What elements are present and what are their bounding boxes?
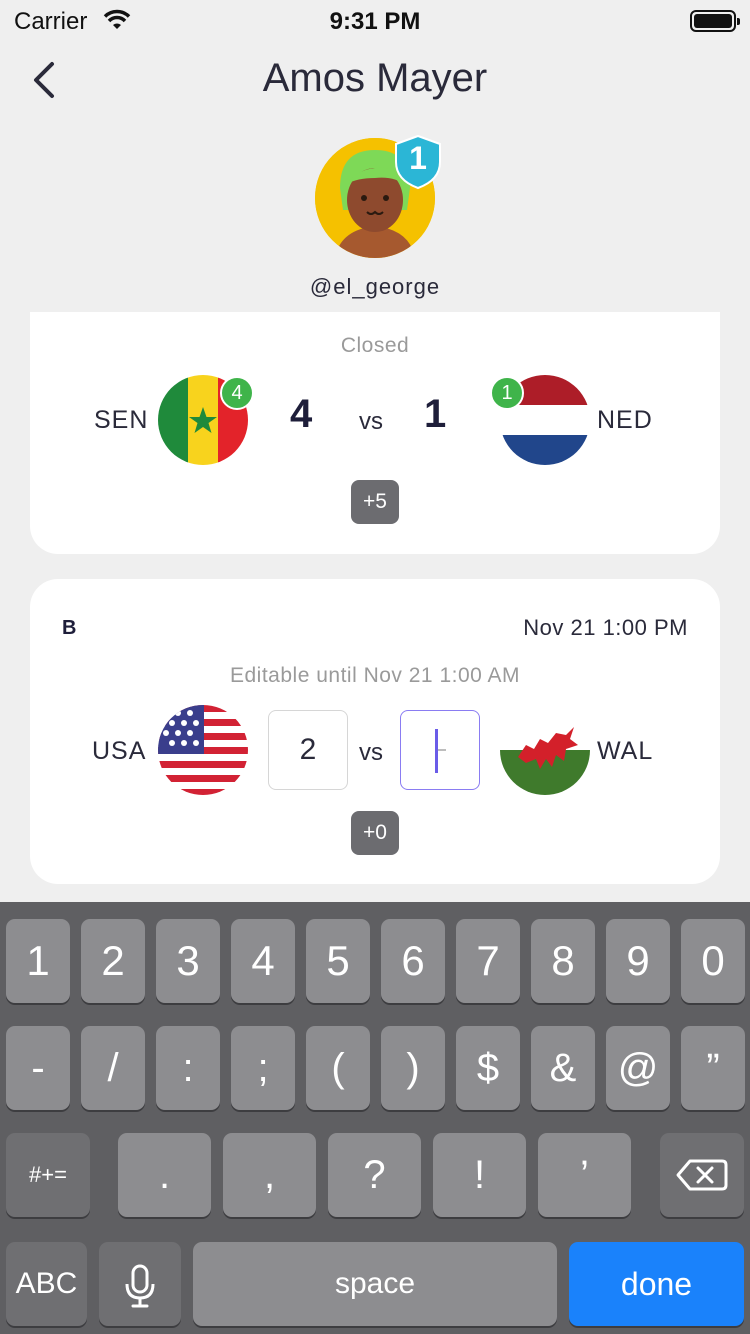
key-3[interactable]: 3 (156, 919, 220, 1003)
microphone-icon (125, 1264, 155, 1308)
match-card-editable: B Nov 21 1:00 PM Editable until Nov 21 1… (30, 579, 720, 884)
key-period[interactable]: . (118, 1133, 211, 1217)
space-key[interactable]: space (193, 1242, 557, 1326)
wales-flag-icon (500, 705, 590, 795)
key-6[interactable]: 6 (381, 919, 445, 1003)
key-quote[interactable]: ” (681, 1026, 745, 1110)
key-colon[interactable]: : (156, 1026, 220, 1110)
match-state: Closed (340, 334, 410, 357)
key-exclamation[interactable]: ! (433, 1133, 526, 1217)
backspace-icon (676, 1159, 728, 1191)
status-bar: Carrier 9:31 PM (0, 0, 750, 40)
match-date: Nov 21 1:00 PM (523, 615, 688, 640)
group-label: B (62, 617, 77, 639)
numeric-keyboard: 1 2 3 4 5 6 7 8 9 0 - / : ; ( ) $ & @ ” … (0, 902, 750, 1334)
done-key[interactable]: done (569, 1242, 744, 1326)
vs-label: vs (359, 739, 383, 766)
key-semicolon[interactable]: ; (231, 1026, 295, 1110)
text-caret (435, 729, 438, 773)
key-apostrophe[interactable]: ’ (538, 1133, 631, 1217)
battery-icon (690, 10, 740, 32)
away-team-code: NED (597, 406, 653, 434)
points-chip: +5 (351, 480, 399, 524)
key-at[interactable]: @ (606, 1026, 670, 1110)
key-8[interactable]: 8 (531, 919, 595, 1003)
home-score-input[interactable]: 2 (268, 710, 348, 790)
key-comma[interactable]: , (223, 1133, 316, 1217)
key-question[interactable]: ? (328, 1133, 421, 1217)
dictation-key[interactable] (99, 1242, 181, 1326)
key-ampersand[interactable]: & (531, 1026, 595, 1110)
match-state: Editable until Nov 21 1:00 AM (229, 664, 520, 687)
key-hyphen[interactable]: - (6, 1026, 70, 1110)
home-score: 4 (290, 392, 313, 436)
key-0[interactable]: 0 (681, 919, 745, 1003)
key-dollar[interactable]: $ (456, 1026, 520, 1110)
away-team-code: WAL (597, 737, 654, 765)
page-title: Amos Mayer (262, 56, 488, 100)
away-predictions-badge: 1 (490, 376, 524, 410)
key-7[interactable]: 7 (456, 919, 520, 1003)
key-1[interactable]: 1 (6, 919, 70, 1003)
placeholder-dash (438, 749, 446, 751)
home-team-code: SEN (94, 406, 149, 434)
key-slash[interactable]: / (81, 1026, 145, 1110)
usa-flag-icon (158, 705, 248, 795)
rank-number: 1 (409, 140, 427, 176)
match-card-closed: Closed SEN 4 4 vs 1 1 NED +5 (30, 312, 720, 554)
key-close-paren[interactable]: ) (381, 1026, 445, 1110)
key-4[interactable]: 4 (231, 919, 295, 1003)
points-chip: +0 (351, 811, 399, 855)
key-9[interactable]: 9 (606, 919, 670, 1003)
backspace-key[interactable] (660, 1133, 744, 1217)
username-handle: @el_george (309, 274, 441, 299)
clock: 9:31 PM (329, 8, 421, 35)
away-score: 1 (424, 392, 447, 436)
home-team-code: USA (92, 737, 147, 765)
key-abc[interactable]: ABC (6, 1242, 87, 1326)
home-predictions-badge: 4 (220, 376, 254, 410)
profile-avatar: 1 (315, 134, 441, 262)
nav-bar: Amos Mayer (0, 50, 750, 114)
away-score-input[interactable] (400, 710, 480, 790)
key-5[interactable]: 5 (306, 919, 370, 1003)
key-more-symbols[interactable]: #+= (6, 1133, 90, 1217)
vs-label: vs (359, 408, 383, 435)
key-open-paren[interactable]: ( (306, 1026, 370, 1110)
key-2[interactable]: 2 (81, 919, 145, 1003)
